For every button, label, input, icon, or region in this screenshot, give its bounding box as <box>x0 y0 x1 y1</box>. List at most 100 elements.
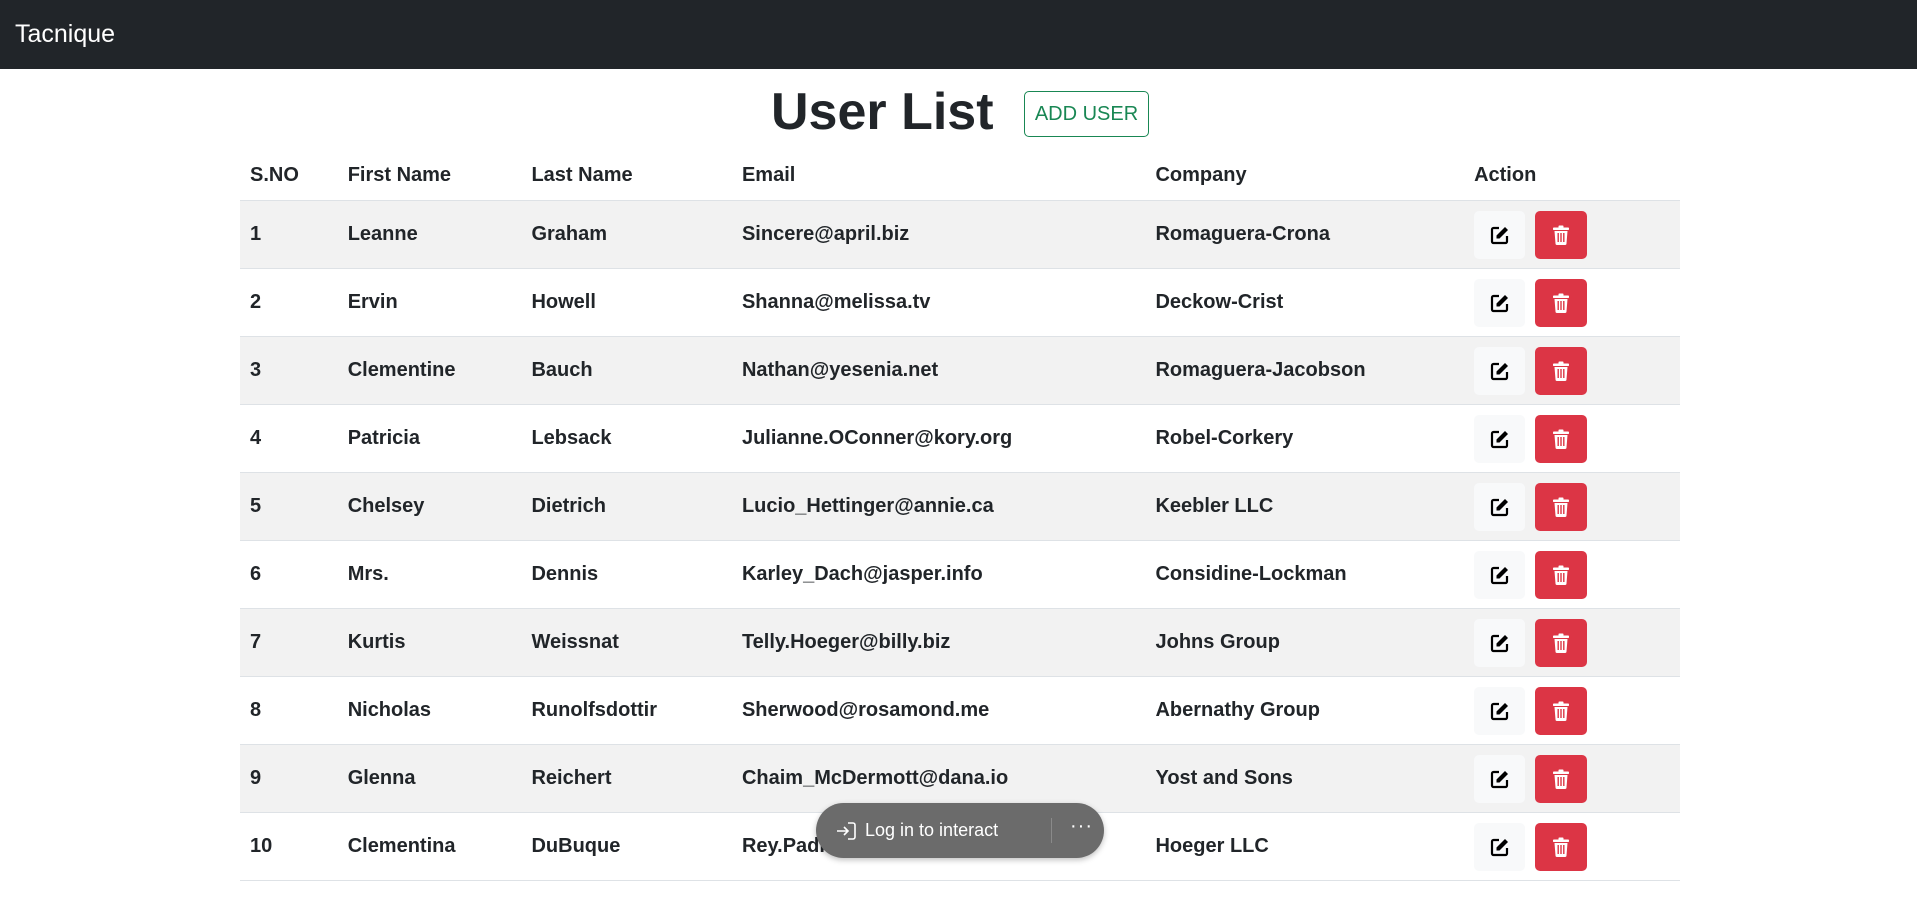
login-toast[interactable]: Log in to interact ··· <box>816 803 1104 858</box>
cell-first-name: Leanne <box>337 200 522 269</box>
row-actions <box>1474 278 1680 327</box>
edit-button[interactable] <box>1474 686 1526 735</box>
row-actions <box>1474 822 1680 871</box>
edit-icon <box>1490 294 1508 312</box>
cell-action <box>1464 744 1680 813</box>
row-actions <box>1474 686 1680 735</box>
cell-email: Julianne.OConner@kory.org <box>731 404 1146 473</box>
delete-button[interactable] <box>1535 822 1588 871</box>
cell-last-name: Bauch <box>521 336 732 405</box>
edit-button[interactable] <box>1474 618 1526 667</box>
toast-divider <box>1051 818 1052 843</box>
delete-button[interactable] <box>1535 210 1588 259</box>
cell-first-name: Clementine <box>337 336 522 405</box>
delete-button[interactable] <box>1535 686 1588 735</box>
navbar: Tacnique <box>0 0 1917 69</box>
cell-last-name: Howell <box>521 268 732 337</box>
cell-email: Lucio_Hettinger@annie.ca <box>731 472 1146 541</box>
cell-company: Robel-Corkery <box>1145 404 1465 473</box>
page-title: User List <box>771 83 994 141</box>
cell-company: Abernathy Group <box>1145 676 1465 745</box>
table-row: 4 Patricia Lebsack Julianne.OConner@kory… <box>240 404 1680 473</box>
cell-first-name: Glenna <box>337 744 522 813</box>
cell-first-name: Mrs. <box>337 540 522 609</box>
trash-icon <box>1553 497 1570 517</box>
row-actions <box>1474 550 1680 599</box>
edit-icon <box>1490 362 1508 380</box>
cell-first-name: Ervin <box>337 268 522 337</box>
edit-button[interactable] <box>1474 210 1526 259</box>
cell-action <box>1464 404 1680 473</box>
delete-button[interactable] <box>1535 618 1588 667</box>
trash-icon <box>1553 769 1570 789</box>
edit-button[interactable] <box>1474 482 1526 531</box>
trash-icon <box>1553 701 1570 721</box>
header-company: Company <box>1155 163 1247 186</box>
brand-name[interactable]: Tacnique <box>15 20 115 49</box>
cell-sno: 6 <box>240 540 338 609</box>
cell-last-name: Graham <box>521 200 732 269</box>
cell-sno: 7 <box>240 608 338 677</box>
row-actions <box>1474 346 1680 395</box>
delete-button[interactable] <box>1535 414 1588 463</box>
delete-button[interactable] <box>1535 550 1588 599</box>
edit-button[interactable] <box>1474 754 1526 803</box>
trash-icon <box>1553 633 1570 653</box>
edit-button[interactable] <box>1474 346 1526 395</box>
cell-last-name: Dennis <box>521 540 732 609</box>
delete-button[interactable] <box>1535 278 1588 327</box>
cell-sno: 8 <box>240 676 338 745</box>
edit-icon <box>1490 498 1508 516</box>
more-options-icon[interactable]: ··· <box>1070 815 1093 838</box>
cell-sno: 10 <box>240 812 338 881</box>
cell-sno: 9 <box>240 744 338 813</box>
cell-last-name: Lebsack <box>521 404 732 473</box>
edit-icon <box>1490 634 1508 652</box>
cell-company: Romaguera-Crona <box>1145 200 1465 269</box>
cell-email: Nathan@yesenia.net <box>731 336 1146 405</box>
header-first-name: First Name <box>347 163 452 186</box>
edit-icon <box>1490 770 1508 788</box>
delete-button[interactable] <box>1535 346 1588 395</box>
cell-email: Sincere@april.biz <box>731 200 1146 269</box>
user-table: S.NO First Name Last Name Email Company … <box>240 150 1680 881</box>
cell-first-name: Kurtis <box>337 608 522 677</box>
row-actions <box>1474 754 1680 803</box>
cell-last-name: Runolfsdottir <box>521 676 732 745</box>
cell-email: Telly.Hoeger@billy.biz <box>731 608 1146 677</box>
trash-icon <box>1553 837 1570 857</box>
header-last-name: Last Name <box>531 163 633 186</box>
cell-sno: 1 <box>240 200 338 269</box>
cell-company: Yost and Sons <box>1145 744 1465 813</box>
edit-button[interactable] <box>1474 414 1526 463</box>
cell-company: Considine-Lockman <box>1145 540 1465 609</box>
cell-action <box>1464 608 1680 677</box>
table-row: 1 Leanne Graham Sincere@april.biz Romagu… <box>240 200 1680 269</box>
cell-first-name: Nicholas <box>337 676 522 745</box>
cell-company: Keebler LLC <box>1145 472 1465 541</box>
edit-button[interactable] <box>1474 822 1526 871</box>
trash-icon <box>1553 429 1570 449</box>
delete-button[interactable] <box>1535 482 1588 531</box>
edit-icon <box>1490 702 1508 720</box>
trash-icon <box>1553 361 1570 381</box>
cell-sno: 3 <box>240 336 338 405</box>
edit-button[interactable] <box>1474 278 1526 327</box>
trash-icon <box>1553 565 1570 585</box>
delete-button[interactable] <box>1535 754 1588 803</box>
edit-button[interactable] <box>1474 550 1526 599</box>
cell-last-name: DuBuque <box>521 812 732 881</box>
header-email: Email <box>741 163 796 186</box>
cell-email: Shanna@melissa.tv <box>731 268 1146 337</box>
table-row: 7 Kurtis Weissnat Telly.Hoeger@billy.biz… <box>240 608 1680 677</box>
cell-last-name: Weissnat <box>521 608 732 677</box>
row-actions <box>1474 482 1680 531</box>
table-row: 6 Mrs. Dennis Karley_Dach@jasper.info Co… <box>240 540 1680 609</box>
edit-icon <box>1490 838 1508 856</box>
edit-icon <box>1490 566 1508 584</box>
cell-company: Johns Group <box>1145 608 1465 677</box>
cell-sno: 4 <box>240 404 338 473</box>
trash-icon <box>1553 225 1570 245</box>
add-user-button[interactable]: ADD USER <box>1024 91 1149 137</box>
login-toast-label[interactable]: Log in to interact <box>865 820 998 841</box>
